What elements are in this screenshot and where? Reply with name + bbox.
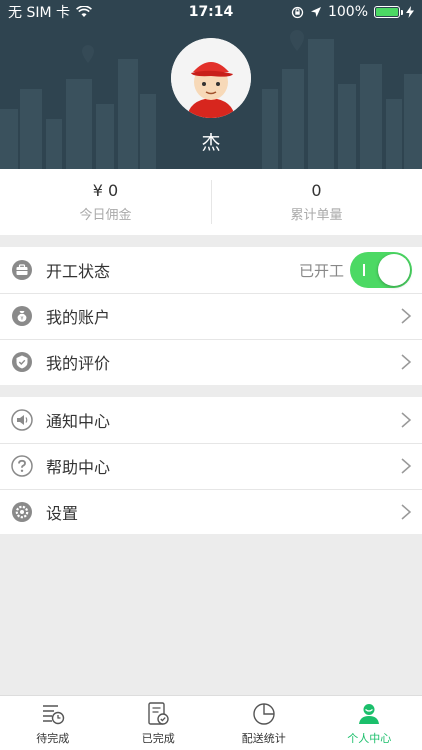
menu-item-label: 设置: [46, 504, 79, 523]
tab-personal-center[interactable]: 个人中心: [317, 696, 422, 750]
chevron-right-icon: [401, 458, 412, 474]
battery-percent: 100%: [327, 4, 368, 20]
rotation-lock-icon: [291, 6, 304, 18]
menu-item-my-account[interactable]: ¥ 我的账户: [0, 293, 422, 339]
tab-delivery-stats[interactable]: 配送统计: [211, 696, 317, 750]
courier-avatar-icon: [171, 38, 251, 118]
chevron-right-icon: [401, 504, 412, 520]
menu-item-label: 我的评价: [46, 354, 111, 373]
work-status-toggle[interactable]: [350, 252, 412, 288]
chevron-right-icon: [401, 354, 412, 370]
briefcase-icon: [10, 258, 34, 282]
tab-label: 已完成: [141, 731, 175, 745]
chevron-right-icon: [401, 412, 412, 428]
menu-group-work: 开工状态 已开工 ¥ 我的账户 我的评价: [0, 247, 422, 385]
gear-icon: [10, 500, 34, 524]
menu-item-notification-center[interactable]: 通知中心: [0, 397, 422, 443]
pending-list-icon: [42, 704, 64, 724]
pie-chart-icon: [253, 702, 275, 725]
menu-item-label: 帮助中心: [46, 458, 111, 477]
tab-pending[interactable]: 待完成: [0, 696, 106, 750]
status-bar: 无 SIM 卡 17:14 100%: [0, 0, 422, 24]
charging-bolt-icon: [406, 6, 414, 18]
menu-group-support: 通知中心 帮助中心 设置: [0, 397, 422, 534]
tab-completed[interactable]: 已完成: [106, 696, 212, 750]
stat-value: 0: [311, 181, 322, 200]
stat-total-orders: 0 累计单量: [211, 169, 422, 235]
menu-item-label: 通知中心: [46, 412, 111, 431]
person-icon: [359, 703, 380, 724]
stat-label: 累计单量: [290, 208, 343, 223]
megaphone-icon: [10, 408, 34, 432]
work-status-text: 已开工: [298, 261, 344, 280]
tab-label: 配送统计: [241, 731, 286, 745]
stat-value: ¥ 0: [92, 181, 119, 200]
money-bag-icon: ¥: [10, 304, 34, 328]
menu-item-work-status: 开工状态 已开工: [0, 247, 422, 293]
stats-divider: [211, 180, 212, 224]
bottom-tab-bar: 待完成 已完成 配送统计 个人中心: [0, 695, 422, 750]
tab-label: 待完成: [36, 731, 70, 745]
location-arrow-icon: [310, 7, 321, 17]
avatar[interactable]: [171, 38, 251, 118]
battery-icon: [374, 6, 403, 18]
profile-header: 无 SIM 卡 17:14 100% 杰: [0, 0, 422, 169]
stat-label: 今日佣金: [79, 208, 132, 223]
menu-item-settings[interactable]: 设置: [0, 489, 422, 535]
carrier-text: 无 SIM 卡: [8, 5, 70, 21]
menu-item-help-center[interactable]: 帮助中心: [0, 443, 422, 489]
svg-text:¥: ¥: [20, 316, 23, 322]
user-name: 杰: [201, 132, 221, 154]
wifi-icon: [76, 6, 92, 17]
tab-label: 个人中心: [347, 731, 392, 745]
stat-today-commission: ¥ 0 今日佣金: [0, 169, 211, 235]
menu-item-label: 开工状态: [46, 262, 111, 281]
help-question-icon: [10, 454, 34, 478]
completed-doc-icon: [148, 701, 169, 725]
review-check-icon: [10, 350, 34, 374]
stats-panel: ¥ 0 今日佣金 0 累计单量: [0, 169, 422, 235]
menu-item-my-reviews[interactable]: 我的评价: [0, 339, 422, 385]
menu-item-label: 我的账户: [46, 308, 111, 327]
chevron-right-icon: [401, 308, 412, 324]
